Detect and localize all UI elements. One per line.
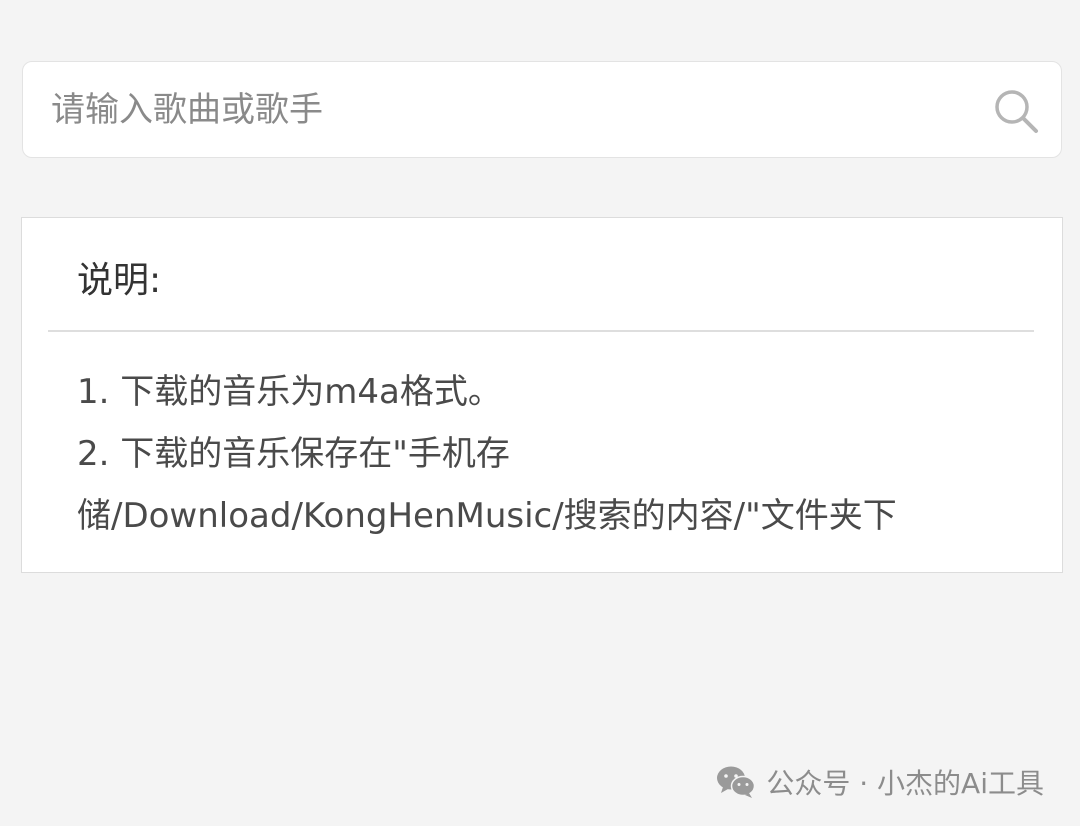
search-input[interactable] [51,62,981,157]
watermark-text: 公众号 · 小杰的Ai工具 [766,767,1044,800]
wechat-icon [717,766,756,798]
instructions-card: 说明: 1. 下载的音乐为m4a格式。 2. 下载的音乐保存在"手机存 储/Do… [21,217,1063,573]
search-icon[interactable] [991,86,1041,136]
watermark: 公众号 · 小杰的Ai工具 [716,760,1044,804]
instruction-item: 储/Download/KongHenMusic/搜索的内容/"文件夹下 [77,496,897,536]
instructions-title: 说明: [77,260,162,301]
search-bar[interactable] [22,61,1062,158]
instruction-item: 2. 下载的音乐保存在"手机存 [77,434,510,474]
instructions-body: 1. 下载的音乐为m4a格式。 2. 下载的音乐保存在"手机存 储/Downlo… [77,361,1037,547]
instruction-item: 1. 下载的音乐为m4a格式。 [77,372,502,412]
divider [48,330,1034,332]
